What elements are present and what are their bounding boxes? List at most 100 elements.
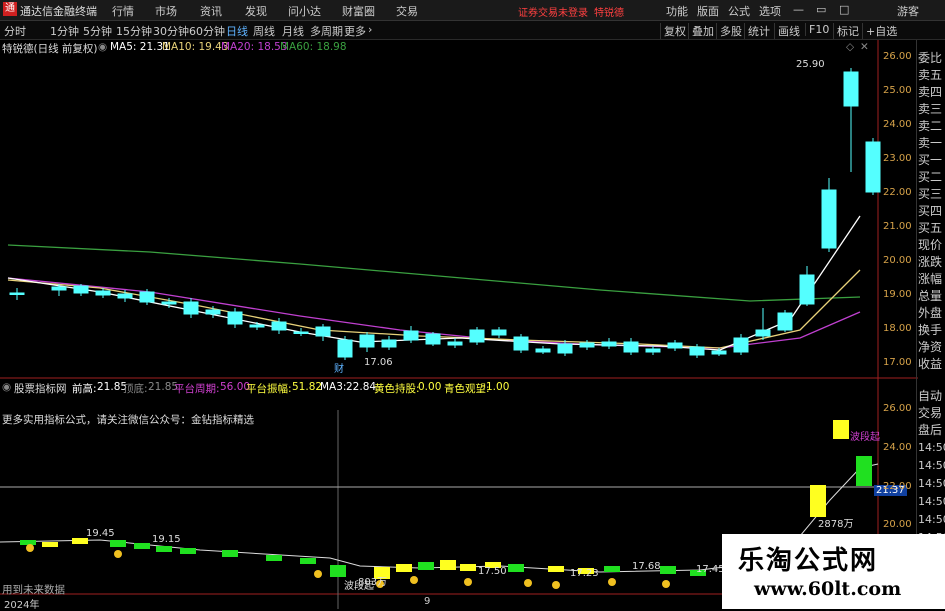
period-tab-monthly[interactable]: 月线 — [282, 23, 304, 39]
btn-mark[interactable]: 标记 — [833, 23, 859, 39]
y-tick: 21.00 — [883, 221, 912, 232]
quote-label: 收益 — [918, 357, 943, 371]
indicator-bar — [548, 566, 564, 572]
menu-item-ask[interactable]: 问小达 — [288, 3, 321, 19]
sub-price-label: 17.68 — [632, 561, 661, 572]
quote-label: 净资 — [918, 340, 943, 354]
ind-label: 青色观望: — [444, 383, 490, 395]
indicator-bar — [810, 485, 826, 517]
indicator-bar — [660, 566, 676, 574]
chart-area[interactable] — [0, 40, 918, 609]
guest-label[interactable]: 游客 — [897, 3, 919, 19]
ind-label: 顶底: — [123, 383, 148, 395]
more-chevron-icon[interactable]: › — [368, 23, 372, 36]
indicator-bar — [396, 564, 412, 572]
indicator-bar — [222, 550, 238, 557]
quote-label: 卖三 — [918, 102, 943, 116]
menu-item-market[interactable]: 市场 — [155, 3, 177, 19]
period-tab-15min[interactable]: 15分钟 — [116, 23, 152, 39]
indicator-bar — [604, 566, 620, 572]
quote-mode-label[interactable]: 交易 — [918, 405, 945, 422]
period-tab-timeshare[interactable]: 分时 — [4, 23, 26, 39]
quote-mode-label[interactable]: 盘后 — [918, 422, 945, 439]
menu-item-hangqing[interactable]: 行情 — [112, 3, 134, 19]
band-start-tag: 波段起 — [850, 432, 880, 443]
tick-time: 14:50 — [918, 477, 945, 490]
future-data-note: 用到未来数据 — [2, 584, 65, 596]
indicator-bar — [440, 560, 456, 570]
menu-item-options[interactable]: 选项 — [759, 3, 781, 19]
candle-body — [205, 309, 221, 315]
quote-label: 涨幅 — [918, 272, 943, 286]
event-marker[interactable]: 财 — [334, 360, 344, 375]
signal-dot — [410, 576, 418, 584]
btn-fuquan[interactable]: 复权 — [660, 23, 686, 39]
tick-time: 14:50 — [918, 513, 945, 526]
btn-add-watchlist[interactable]: +自选 — [862, 23, 897, 39]
btn-f10[interactable]: F10 — [805, 23, 829, 36]
sub-price-label: 17.23 — [570, 568, 599, 579]
indicator-name[interactable]: 股票指标网 — [14, 381, 67, 396]
stock-notice[interactable]: 特锐德 — [594, 4, 624, 19]
high-price-label: 25.90 — [796, 59, 825, 70]
watermark-banner: 乐淘公式网 www.60lt.com — [722, 534, 945, 609]
menu-item-wealth[interactable]: 财富圈 — [342, 3, 375, 19]
period-tab-1min[interactable]: 1分钟 — [50, 23, 79, 39]
candle-body — [491, 329, 507, 336]
menu-item-function[interactable]: 功能 — [666, 3, 688, 19]
candle-body — [447, 341, 463, 346]
menu-item-news[interactable]: 资讯 — [200, 3, 222, 19]
candle-body — [403, 330, 419, 341]
maximize-icon[interactable]: □ — [839, 3, 849, 16]
menu-item-discover[interactable]: 发现 — [245, 3, 267, 19]
candle-body — [821, 189, 837, 249]
y-tick: 23.00 — [883, 153, 912, 164]
candle-body — [733, 337, 749, 353]
menu-item-trade[interactable]: 交易 — [396, 3, 418, 19]
candle-body — [557, 343, 573, 354]
quote-label: 总量 — [918, 289, 943, 303]
period-tab-multi[interactable]: 多周期 — [310, 23, 343, 39]
sub-volume-label: 803万 — [358, 577, 388, 588]
indicator-bar — [134, 543, 150, 549]
quote-label: 卖二 — [918, 119, 943, 133]
indicator-bar — [42, 542, 58, 547]
btn-stats[interactable]: 统计 — [744, 23, 770, 39]
candle-body — [117, 293, 133, 299]
period-tab-weekly[interactable]: 周线 — [253, 23, 275, 39]
candle-body — [623, 341, 639, 353]
signal-dot — [608, 578, 616, 586]
signal-dot — [464, 578, 472, 586]
indicator-bar — [418, 562, 434, 570]
login-notice[interactable]: 证券交易未登录 — [518, 4, 588, 19]
period-tab-more[interactable]: 更多 — [344, 23, 366, 39]
btn-multistock[interactable]: 多股 — [716, 23, 742, 39]
indicator-bar — [460, 564, 476, 571]
quote-mode-label[interactable]: 自动 — [918, 388, 945, 405]
sub-dot-icon: ◉ — [2, 381, 12, 393]
title-bar: 通 通达信金融终端 行情 市场 资讯 发现 问小达 财富圈 交易 证券交易未登录… — [0, 0, 945, 21]
indicator-bar — [110, 540, 126, 547]
sub-y-tick: 24.00 — [883, 442, 912, 453]
candle-body — [161, 301, 177, 305]
btn-draw[interactable]: 画线 — [774, 23, 800, 39]
period-tab-5min[interactable]: 5分钟 — [83, 23, 112, 39]
period-tab-60min[interactable]: 60分钟 — [189, 23, 225, 39]
btn-overlay[interactable]: 叠加 — [688, 23, 714, 39]
minimize-icon[interactable]: — — [793, 3, 804, 16]
menu-item-layout[interactable]: 版面 — [697, 3, 719, 19]
period-tab-30min[interactable]: 30分钟 — [153, 23, 189, 39]
indicator-bar — [266, 555, 282, 561]
ind-label: 平台周期: — [174, 383, 220, 395]
quote-label: 卖四 — [918, 85, 943, 99]
quote-label: 买三 — [918, 187, 943, 201]
period-tab-daily[interactable]: 日线 — [226, 23, 248, 39]
tick-time: 14:50 — [918, 495, 945, 508]
candle-body — [381, 339, 397, 348]
quote-label: 卖五 — [918, 68, 943, 82]
window-icon[interactable]: ▭ — [816, 3, 826, 16]
quote-label: 换手 — [918, 323, 943, 337]
menu-item-formula[interactable]: 公式 — [728, 3, 750, 19]
candle-body — [777, 312, 793, 331]
candle-body — [73, 285, 89, 294]
